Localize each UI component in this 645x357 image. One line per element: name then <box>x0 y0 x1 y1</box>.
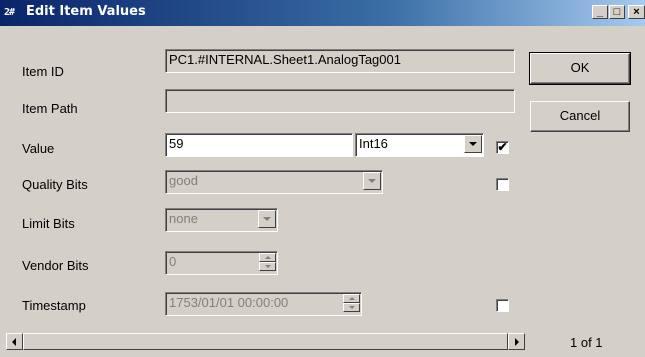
value-label: Value <box>22 141 55 156</box>
timestamp-text: 1753/01/01 00:00:00 <box>169 295 289 310</box>
quality-bits-label: Quality Bits <box>22 177 88 192</box>
title-bar[interactable]: 2# Edit Item Values _ □ × <box>0 0 645 26</box>
scroll-left-icon[interactable] <box>6 333 23 350</box>
chevron-down-icon[interactable] <box>464 135 482 153</box>
value-type-text: Int16 <box>359 136 388 151</box>
ok-button[interactable]: OK <box>529 52 631 85</box>
item-id-label: Item ID <box>22 64 64 79</box>
quality-checkbox[interactable] <box>496 178 509 191</box>
vendor-bits-text: 0 <box>169 254 177 269</box>
scroll-right-icon[interactable] <box>508 333 525 350</box>
spin-up-icon[interactable] <box>343 294 360 303</box>
maximize-button[interactable]: □ <box>609 5 625 19</box>
limit-bits-label: Limit Bits <box>22 216 75 231</box>
value-checkbox[interactable]: ✔ <box>496 141 509 154</box>
limit-bits-dropdown[interactable]: none <box>165 208 278 232</box>
quality-bits-text: good <box>169 173 198 188</box>
checkmark-icon: ✔ <box>497 140 508 154</box>
window-title: Edit Item Values <box>26 4 146 19</box>
vendor-bits-label: Vendor Bits <box>22 258 89 273</box>
chevron-down-icon[interactable] <box>258 210 276 228</box>
cancel-button[interactable]: Cancel <box>530 101 630 132</box>
limit-bits-text: none <box>169 211 198 226</box>
timestamp-checkbox[interactable] <box>496 299 509 312</box>
spin-down-icon[interactable] <box>259 262 276 271</box>
value-input[interactable]: 59 <box>165 133 353 157</box>
item-path-label: Item Path <box>22 101 78 116</box>
timestamp-stepper[interactable]: 1753/01/01 00:00:00 <box>165 292 362 316</box>
quality-bits-dropdown[interactable]: good <box>165 170 383 194</box>
item-path-field[interactable] <box>165 89 515 113</box>
spinner-icon[interactable] <box>343 294 360 312</box>
close-button[interactable]: × <box>628 5 645 19</box>
item-id-field[interactable]: PC1.#INTERNAL.Sheet1.AnalogTag001 <box>165 49 515 73</box>
horizontal-scrollbar[interactable] <box>6 333 525 350</box>
record-indicator: 1 of 1 <box>570 335 603 350</box>
spin-down-icon[interactable] <box>343 303 360 312</box>
value-type-dropdown[interactable]: Int16 <box>355 133 484 157</box>
timestamp-label: Timestamp <box>22 298 86 313</box>
minimize-button[interactable]: _ <box>592 5 608 19</box>
spinner-icon[interactable] <box>259 253 276 271</box>
app-icon: 2# <box>4 7 15 18</box>
vendor-bits-stepper[interactable]: 0 <box>165 251 278 275</box>
spin-up-icon[interactable] <box>259 253 276 262</box>
scrollbar-thumb[interactable] <box>23 333 508 350</box>
chevron-down-icon[interactable] <box>363 172 381 190</box>
